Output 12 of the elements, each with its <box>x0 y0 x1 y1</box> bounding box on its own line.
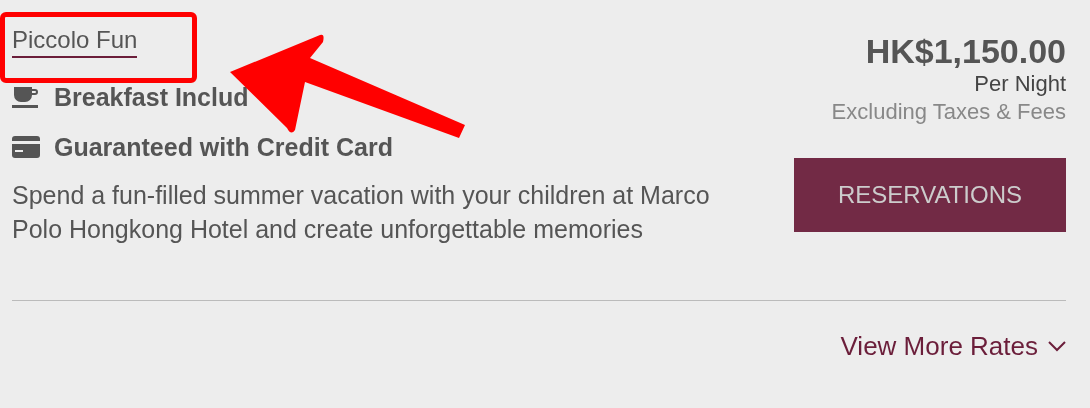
reservations-button[interactable]: RESERVATIONS <box>794 158 1066 232</box>
rate-title-link[interactable]: Piccolo Fun <box>12 26 138 58</box>
feature-label: Breakfast Includ <box>54 82 249 112</box>
chevron-down-icon <box>1048 341 1066 352</box>
rate-description: Spend a fun-filled summer vacation with your children at Marco Polo Hongkong Hotel and create unforgettable memories <box>12 180 711 245</box>
price-unit: Per Night <box>974 70 1066 98</box>
coffee-cup-icon <box>12 85 40 109</box>
price-note: Excluding Taxes & Fees <box>831 98 1066 126</box>
credit-card-icon <box>12 136 40 158</box>
view-more-rates-link[interactable]: View More Rates <box>840 331 1066 362</box>
price: HK$1,150.00 <box>865 32 1066 70</box>
feature-label: Guaranteed with Credit Card <box>54 132 393 162</box>
